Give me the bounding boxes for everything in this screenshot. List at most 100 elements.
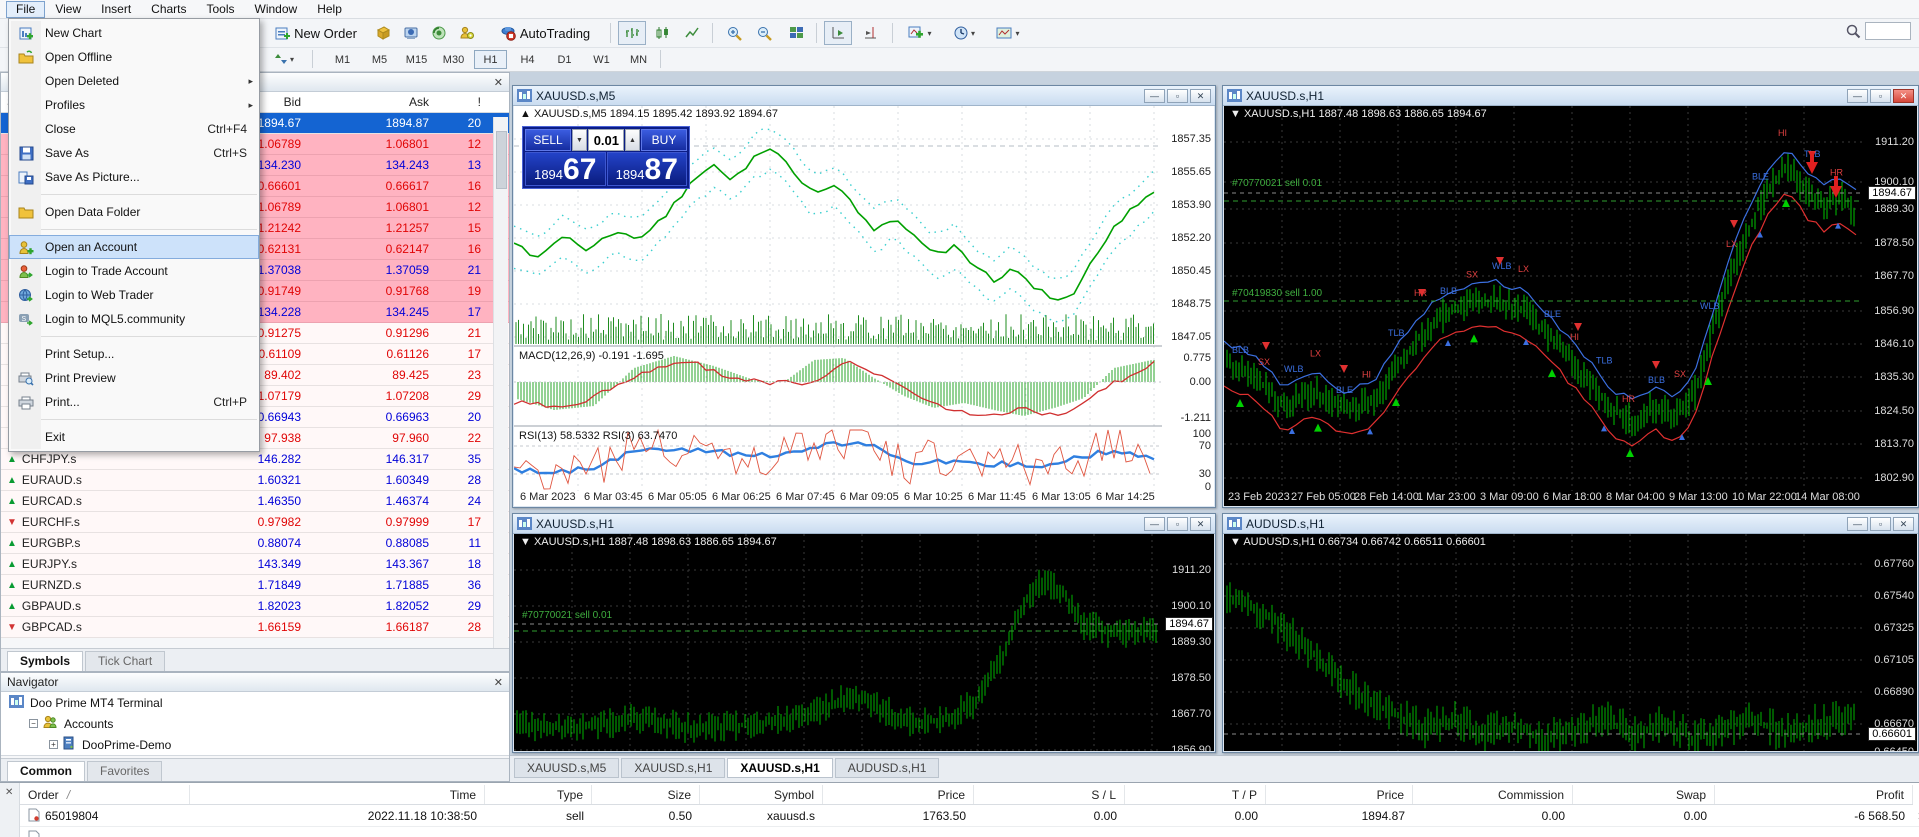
auto-scroll-button[interactable] bbox=[824, 21, 852, 45]
autotrading-button[interactable]: AutoTrading bbox=[486, 21, 604, 45]
buy-button[interactable]: BUY bbox=[641, 129, 687, 151]
chart-canvas-m5[interactable]: ▲ XAUUSD.s,M5 1894.15 1895.42 1893.92 18… bbox=[514, 106, 1214, 506]
column-spread[interactable]: ! bbox=[429, 95, 485, 109]
new-order-button[interactable]: New Order bbox=[265, 21, 367, 45]
options-button[interactable] bbox=[456, 21, 478, 45]
close-button[interactable]: ✕ bbox=[1190, 89, 1211, 103]
restore-button[interactable]: ▫ bbox=[1167, 517, 1188, 531]
templates-dropdown[interactable]: ▾ bbox=[988, 21, 1028, 45]
file-menu-item-open-deleted[interactable]: Open Deleted▸ bbox=[9, 69, 259, 93]
chart-tab-0[interactable]: XAUUSD.s,M5 bbox=[514, 758, 619, 778]
search-icon[interactable] bbox=[1845, 23, 1861, 39]
market-watch-row[interactable]: ▲CHFJPY.s146.282146.31735 bbox=[1, 449, 509, 470]
timeframe-m30[interactable]: M30 bbox=[437, 50, 470, 69]
chart-tab-2[interactable]: XAUUSD.s,H1 bbox=[727, 758, 832, 778]
menu-file[interactable]: File bbox=[6, 1, 45, 18]
column-ask[interactable]: Ask bbox=[301, 95, 429, 109]
terminal-column-type[interactable]: Type bbox=[485, 785, 592, 804]
file-menu-item-profiles[interactable]: Profiles▸ bbox=[9, 93, 259, 117]
order-row[interactable] bbox=[20, 828, 1913, 837]
minimize-button[interactable]: — bbox=[1144, 517, 1165, 531]
chart-tab-1[interactable]: XAUUSD.s,H1 bbox=[621, 758, 725, 778]
close-button[interactable]: ✕ bbox=[1190, 517, 1211, 531]
market-watch-row[interactable]: ▲EURGBP.s0.880740.8808511 bbox=[1, 533, 509, 554]
chart-canvas-audusd[interactable]: ▼ AUDUSD.s,H1 0.66734 0.66742 0.66511 0.… bbox=[1224, 534, 1917, 751]
order-row[interactable]: 650198042022.11.18 10:38:50sell0.50xauus… bbox=[20, 806, 1919, 827]
track-symbol-dropdown[interactable]: ▾ bbox=[265, 49, 303, 69]
terminal-column-commission[interactable]: Commission bbox=[1413, 785, 1573, 804]
price-scale[interactable]: 0.677600.675400.673250.671050.668900.666… bbox=[1861, 534, 1917, 751]
file-menu-item-print[interactable]: Print...Ctrl+P bbox=[9, 390, 259, 414]
collapse-icon[interactable]: − bbox=[29, 719, 38, 728]
close-icon[interactable]: ✕ bbox=[494, 76, 503, 89]
terminal-column-tp[interactable]: T / P bbox=[1125, 785, 1266, 804]
chart-window-xauusd-h1-main[interactable]: XAUUSD.s,H1 —▫✕ BLBSXWLBLXBLEHITLBHRBLBS… bbox=[1222, 85, 1919, 508]
file-menu-item-exit[interactable]: Exit bbox=[9, 425, 259, 449]
chart-titlebar[interactable]: AUDUSD.s,H1 —▫✕ bbox=[1223, 514, 1918, 534]
timeframe-h4[interactable]: H4 bbox=[511, 50, 544, 69]
file-menu-item-print-setup[interactable]: Print Setup... bbox=[9, 342, 259, 366]
timeframe-m15[interactable]: M15 bbox=[400, 50, 433, 69]
periods-dropdown[interactable]: ▾ bbox=[944, 21, 984, 45]
terminal-column-profit[interactable]: Profit bbox=[1715, 785, 1913, 804]
tab-common[interactable]: Common bbox=[7, 761, 85, 781]
market-watch-row[interactable]: ▼GBPCAD.s1.661591.6618728 bbox=[1, 617, 509, 638]
file-menu-item-print-preview[interactable]: Print Preview bbox=[9, 366, 259, 390]
sell-button[interactable]: SELL bbox=[525, 129, 571, 151]
market-watch-row[interactable]: ▲EURAUD.s1.603211.6034928 bbox=[1, 470, 509, 491]
metaeditor-button[interactable] bbox=[372, 21, 394, 45]
chart-tab-3[interactable]: AUDUSD.s,H1 bbox=[835, 758, 940, 778]
timeframe-m1[interactable]: M1 bbox=[326, 50, 359, 69]
volume-up-button[interactable]: ▲ bbox=[625, 129, 640, 151]
menu-help[interactable]: Help bbox=[307, 1, 352, 18]
line-chart-button[interactable] bbox=[678, 21, 706, 45]
chart-titlebar[interactable]: XAUUSD.s,H1 —▫✕ bbox=[513, 514, 1215, 534]
tab-tick-chart[interactable]: Tick Chart bbox=[85, 651, 165, 671]
scrollbar-thumb[interactable] bbox=[496, 131, 507, 189]
minimize-button[interactable]: — bbox=[1144, 89, 1165, 103]
terminal-column-size[interactable]: Size bbox=[592, 785, 700, 804]
file-menu-item-open-an-account[interactable]: Open an Account bbox=[9, 235, 259, 259]
market-watch-row[interactable]: ▲GBPAUD.s1.820231.8205229 bbox=[1, 596, 509, 617]
minimize-button[interactable]: — bbox=[1847, 89, 1868, 103]
terminal-column-sl[interactable]: S / L bbox=[974, 785, 1125, 804]
sell-price[interactable]: 189467 bbox=[525, 152, 606, 186]
file-menu-item-open-offline[interactable]: Open Offline bbox=[9, 45, 259, 69]
chart-window-xauusd-h1-small[interactable]: XAUUSD.s,H1 —▫✕ ▼ XAUUSD.s,H1 1887.48 18… bbox=[512, 513, 1216, 753]
file-menu-item-save-as[interactable]: Save AsCtrl+S bbox=[9, 141, 259, 165]
file-menu-item-login-to-web-trader[interactable]: Login to Web Trader bbox=[9, 283, 259, 307]
price-scale[interactable]: 1911.201900.101889.301878.501867.701856.… bbox=[1861, 106, 1917, 506]
menu-charts[interactable]: Charts bbox=[141, 1, 196, 18]
expand-icon[interactable]: + bbox=[49, 740, 58, 749]
market-watch-row[interactable]: ▲EURNZD.s1.718491.7188536 bbox=[1, 575, 509, 596]
close-icon[interactable]: ✕ bbox=[494, 676, 503, 689]
chart-canvas-h1[interactable]: BLBSXWLBLXBLEHITLBHRBLBSXWLBLXBLEHITLBHR… bbox=[1224, 106, 1917, 506]
nav-item-doo-prime-mt4-terminal[interactable]: Doo Prime MT4 Terminal bbox=[1, 692, 509, 713]
time-scale[interactable]: 6 Mar 20236 Mar 03:456 Mar 05:056 Mar 06… bbox=[514, 490, 1162, 506]
price-scale[interactable]: 1857.351855.651853.901852.201850.451848.… bbox=[1161, 106, 1214, 506]
signals-button[interactable] bbox=[428, 21, 450, 45]
close-button[interactable]: ✕ bbox=[1893, 517, 1914, 531]
menu-view[interactable]: View bbox=[45, 1, 91, 18]
menu-insert[interactable]: Insert bbox=[91, 1, 141, 18]
file-menu-item-save-as-picture[interactable]: Save As Picture... bbox=[9, 165, 259, 189]
file-menu-item-new-chart[interactable]: New Chart bbox=[9, 21, 259, 45]
symbol-search-input[interactable] bbox=[1865, 22, 1911, 40]
restore-button[interactable]: ▫ bbox=[1870, 89, 1891, 103]
chart-window-xauusd-m5[interactable]: XAUUSD.s,M5 —▫✕ ▲ XAUUSD.s,M5 1894.15 18… bbox=[512, 85, 1216, 508]
close-button[interactable]: ✕ bbox=[1893, 89, 1914, 103]
timeframe-w1[interactable]: W1 bbox=[585, 50, 618, 69]
timeframe-mn[interactable]: MN bbox=[622, 50, 655, 69]
candlestick-button[interactable] bbox=[648, 21, 676, 45]
terminal-column-swap[interactable]: Swap bbox=[1573, 785, 1715, 804]
nav-item-accounts[interactable]: −Accounts bbox=[1, 713, 509, 734]
market-watch-scrollbar[interactable] bbox=[493, 117, 508, 657]
market-watch-row[interactable]: ▼EURCHF.s0.979820.9799917 bbox=[1, 512, 509, 533]
minimize-button[interactable]: — bbox=[1847, 517, 1868, 531]
tab-symbols[interactable]: Symbols bbox=[7, 651, 83, 671]
bar-chart-button[interactable] bbox=[618, 21, 646, 45]
market-watch-row[interactable]: ▲EURJPY.s143.349143.36718 bbox=[1, 554, 509, 575]
time-scale[interactable]: 23 Feb 202327 Feb 05:0028 Feb 14:001 Mar… bbox=[1224, 490, 1862, 506]
volume-down-button[interactable]: ▼ bbox=[572, 129, 587, 151]
chart-window-audusd-h1[interactable]: AUDUSD.s,H1 —▫✕ ▼ AUDUSD.s,H1 0.66734 0.… bbox=[1222, 513, 1919, 753]
